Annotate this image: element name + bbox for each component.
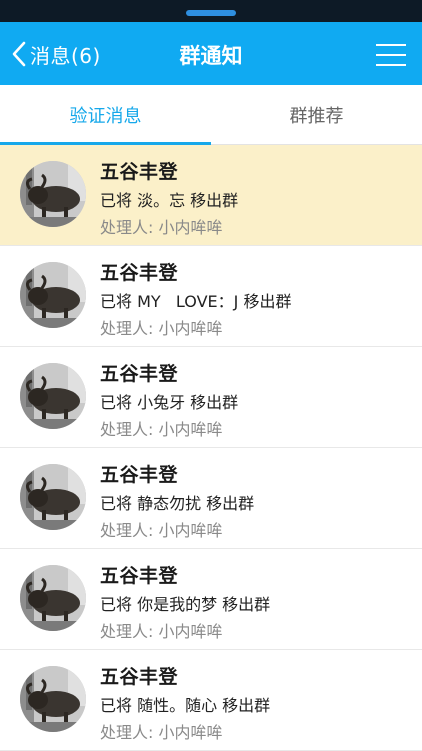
menu-icon[interactable] — [376, 42, 406, 68]
notice-row[interactable]: 五谷丰登 已将 MY LOVE：J 移出群 处理人: 小内哞哞 — [0, 246, 422, 347]
avatar — [20, 666, 86, 732]
notice-row[interactable]: 五谷丰登 已将 你是我的梦 移出群 处理人: 小内哞哞 — [0, 549, 422, 650]
notice-action-text: 已将 你是我的梦 移出群 — [100, 595, 271, 614]
avatar — [20, 464, 86, 530]
notice-action-text: 已将 随性。随心 移出群 — [100, 696, 271, 715]
bull-avatar-image — [20, 666, 86, 732]
handler-text: 处理人: 小内哞哞 — [100, 723, 223, 742]
handler-text: 处理人: 小内哞哞 — [100, 420, 223, 439]
notice-row[interactable]: 五谷丰登 已将 淡。忘 移出群 处理人: 小内哞哞 — [0, 145, 422, 246]
bull-avatar-image — [20, 464, 86, 530]
tab-verification-messages[interactable]: 验证消息 — [0, 85, 211, 145]
notice-list: 五谷丰登 已将 淡。忘 移出群 处理人: 小内哞哞 五谷丰登 已将 MY LOV… — [0, 145, 422, 751]
tab-group-recommend[interactable]: 群推荐 — [211, 85, 422, 145]
sender-name: 五谷丰登 — [100, 262, 179, 284]
bull-avatar-image — [20, 565, 86, 631]
bull-avatar-image — [20, 363, 86, 429]
notice-row[interactable]: 五谷丰登 已将 随性。随心 移出群 处理人: 小内哞哞 — [0, 650, 422, 751]
sender-name: 五谷丰登 — [100, 363, 179, 385]
tab-bar: 验证消息 群推荐 — [0, 85, 422, 145]
notice-row[interactable]: 五谷丰登 已将 小兔牙 移出群 处理人: 小内哞哞 — [0, 347, 422, 448]
status-bar — [0, 0, 422, 22]
avatar — [20, 565, 86, 631]
bull-avatar-image — [20, 161, 86, 227]
navigation-bar: 消息(6) 群通知 — [0, 22, 422, 85]
sender-name: 五谷丰登 — [100, 464, 179, 486]
sender-name: 五谷丰登 — [100, 565, 179, 587]
notice-action-text: 已将 MY LOVE：J 移出群 — [100, 292, 292, 311]
handler-text: 处理人: 小内哞哞 — [100, 521, 223, 540]
avatar — [20, 363, 86, 429]
sender-name: 五谷丰登 — [100, 161, 179, 183]
notice-action-text: 已将 静态勿扰 移出群 — [100, 494, 255, 513]
notice-action-text: 已将 淡。忘 移出群 — [100, 191, 239, 210]
notice-row[interactable]: 五谷丰登 已将 静态勿扰 移出群 处理人: 小内哞哞 — [0, 448, 422, 549]
page-title: 群通知 — [179, 44, 243, 68]
avatar — [20, 262, 86, 328]
handler-text: 处理人: 小内哞哞 — [100, 319, 223, 338]
notice-action-text: 已将 小兔牙 移出群 — [100, 393, 239, 412]
handler-text: 处理人: 小内哞哞 — [100, 218, 223, 237]
bull-avatar-image — [20, 262, 86, 328]
sender-name: 五谷丰登 — [100, 666, 179, 688]
home-indicator — [186, 10, 236, 16]
handler-text: 处理人: 小内哞哞 — [100, 622, 223, 641]
avatar — [20, 161, 86, 227]
